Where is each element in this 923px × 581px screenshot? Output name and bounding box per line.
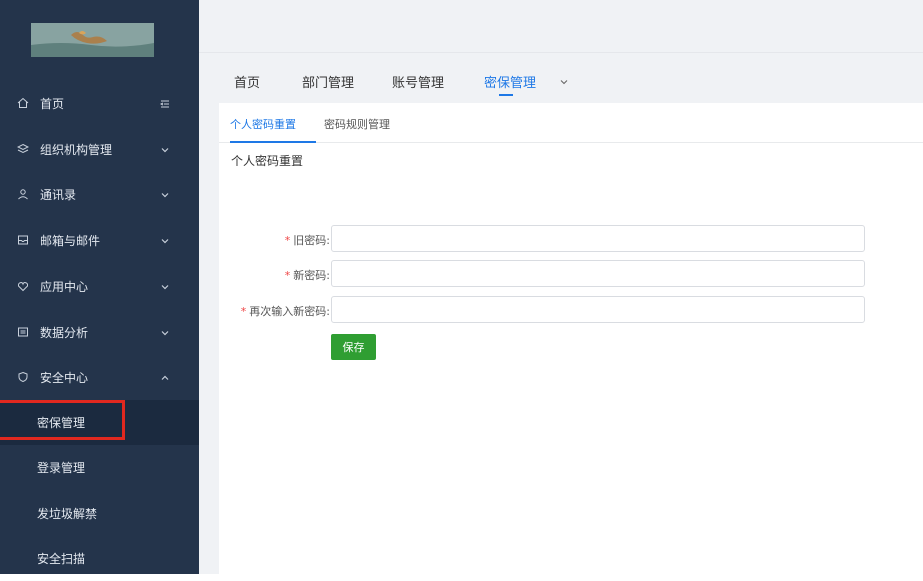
sidebar-subitem-security-scan[interactable]: 安全扫描 xyxy=(0,536,199,581)
old-password-label: * 旧密码: xyxy=(219,232,330,248)
sidebar-subitem-label: 登录管理 xyxy=(37,461,86,475)
chevron-down-icon xyxy=(160,235,170,245)
home-icon xyxy=(17,97,29,109)
active-subtab-indicator xyxy=(230,141,316,143)
required-mark: * xyxy=(240,305,247,318)
sidebar-item-label: 邮箱与邮件 xyxy=(40,233,101,248)
sidebar-item-security[interactable]: 安全中心 xyxy=(0,355,199,399)
app-icon xyxy=(17,280,29,292)
field-label-text: 新密码: xyxy=(293,269,330,282)
tab-account-management[interactable]: 账号管理 xyxy=(392,72,444,91)
sidebar-subitem-label: 安全扫描 xyxy=(37,552,86,566)
sidebar-item-label: 首页 xyxy=(40,96,65,111)
chevron-down-icon xyxy=(160,189,170,199)
sidebar-item-data-analysis[interactable]: 数据分析 xyxy=(0,310,199,354)
sidebar-item-label: 数据分析 xyxy=(40,325,89,340)
sidebar-item-label: 组织机构管理 xyxy=(40,142,113,157)
sidebar-item-label: 通讯录 xyxy=(40,187,77,202)
sub-tab-bar: 个人密码重置 密码规则管理 xyxy=(219,103,923,143)
new-password-input[interactable] xyxy=(331,260,865,287)
new-password-label: * 新密码: xyxy=(219,267,330,283)
topbar xyxy=(199,0,923,53)
sidebar-item-mail[interactable]: 邮箱与邮件 xyxy=(0,218,199,262)
field-label-text: 再次输入新密码: xyxy=(249,305,330,318)
sidebar-item-home[interactable]: 首页 xyxy=(0,81,199,125)
chart-icon xyxy=(17,326,29,338)
field-label-text: 旧密码: xyxy=(293,234,330,247)
sidebar-item-app-center[interactable]: 应用中心 xyxy=(0,264,199,308)
highlight-annotation xyxy=(0,400,125,440)
chevron-down-icon xyxy=(160,144,170,154)
sidebar-subitem-login-management[interactable]: 登录管理 xyxy=(0,445,199,490)
shield-icon xyxy=(17,371,29,383)
content-panel: 个人密码重置 密码规则管理 个人密码重置 * 旧密码: * 新密码: * 再次输入新密… xyxy=(219,103,923,574)
form-title: 个人密码重置 xyxy=(231,154,304,168)
required-mark: * xyxy=(284,269,291,282)
sidebar-subitem-label: 发垃圾解禁 xyxy=(37,507,98,521)
active-tab-indicator xyxy=(499,94,513,96)
chevron-down-icon xyxy=(160,281,170,291)
chevron-down-icon xyxy=(160,327,170,337)
subtab-personal-password-reset[interactable]: 个人密码重置 xyxy=(230,116,296,132)
old-password-input[interactable] xyxy=(331,225,865,252)
sidebar-item-label: 安全中心 xyxy=(40,370,89,385)
chevron-down-icon[interactable] xyxy=(560,75,568,85)
save-button[interactable]: 保存 xyxy=(331,334,376,360)
subtab-password-rules[interactable]: 密码规则管理 xyxy=(324,116,390,132)
sidebar-item-contacts[interactable]: 通讯录 xyxy=(0,172,199,216)
contacts-icon xyxy=(17,188,29,200)
sidebar-item-organization[interactable]: 组织机构管理 xyxy=(0,127,199,171)
chevron-up-icon xyxy=(160,372,170,382)
confirm-password-label: * 再次输入新密码: xyxy=(219,303,330,319)
top-tab-bar: 首页 部门管理 账号管理 密保管理 xyxy=(199,53,923,103)
tab-department-management[interactable]: 部门管理 xyxy=(302,72,354,91)
confirm-password-input[interactable] xyxy=(331,296,865,323)
landscape-logo xyxy=(31,23,154,57)
tab-home[interactable]: 首页 xyxy=(234,72,260,91)
tab-password-protection[interactable]: 密保管理 xyxy=(484,72,536,91)
main-area: 首页 部门管理 账号管理 密保管理 个人密码重置 密码规则管理 个人密码重置 *… xyxy=(199,53,923,574)
layers-icon xyxy=(17,143,29,155)
collapse-icon[interactable] xyxy=(159,98,170,108)
sidebar-item-label: 应用中心 xyxy=(40,279,89,294)
sidebar-subitem-spam-unblock[interactable]: 发垃圾解禁 xyxy=(0,491,199,536)
sidebar: 首页 组织机构管理 通讯录 邮箱与邮件 应用中心 数据分析 安全中心 密保管理 … xyxy=(0,0,199,574)
mail-icon xyxy=(17,234,29,246)
required-mark: * xyxy=(284,234,291,247)
